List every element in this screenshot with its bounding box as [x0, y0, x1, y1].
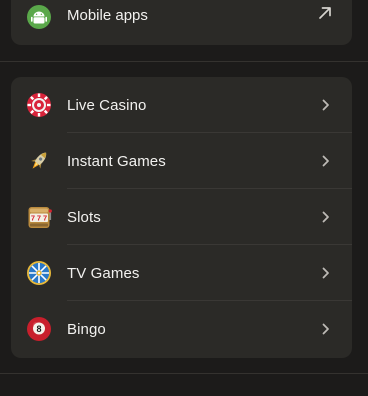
menu-item-live-casino[interactable]: Live Casino	[11, 77, 352, 133]
menu-item-slots[interactable]: 7 7 7 Slots	[11, 189, 352, 245]
svg-text:7: 7	[37, 214, 41, 223]
menu-item-label: Instant Games	[67, 152, 166, 170]
mobile-apps-card: Mobile apps	[11, 0, 352, 45]
slot-machine-icon: 7 7 7	[25, 203, 53, 231]
games-navigation-page: Mobile apps Live Casino Instant Games 7 …	[0, 0, 368, 396]
casino-chip-icon	[25, 91, 53, 119]
chevron-right-icon	[320, 266, 332, 280]
menu-item-label: Bingo	[67, 320, 106, 338]
section-divider	[0, 61, 368, 62]
wheel-icon	[25, 259, 53, 287]
chevron-right-icon	[320, 210, 332, 224]
bingo-ball-icon: 8	[25, 315, 53, 343]
menu-item-bingo[interactable]: 8 Bingo	[11, 301, 352, 357]
rocket-icon	[25, 147, 53, 175]
chevron-right-icon	[320, 154, 332, 168]
menu-item-instant-games[interactable]: Instant Games	[11, 133, 352, 189]
menu-item-label: TV Games	[67, 264, 140, 282]
chevron-right-icon	[320, 322, 332, 336]
android-icon	[26, 4, 52, 30]
chevron-right-icon	[320, 98, 332, 112]
svg-text:7: 7	[43, 214, 47, 223]
menu-item-label: Slots	[67, 208, 101, 226]
external-link-arrow-icon	[317, 5, 333, 21]
svg-text:8: 8	[36, 324, 41, 334]
mobile-apps-label: Mobile apps	[67, 7, 148, 24]
game-categories-card: Live Casino Instant Games 7 7 7 Slots TV…	[11, 77, 352, 358]
mobile-apps-link[interactable]: Mobile apps	[11, 0, 352, 36]
menu-item-label: Live Casino	[67, 96, 147, 114]
section-divider	[0, 373, 368, 374]
svg-text:7: 7	[31, 214, 35, 223]
menu-item-tv-games[interactable]: TV Games	[11, 245, 352, 301]
